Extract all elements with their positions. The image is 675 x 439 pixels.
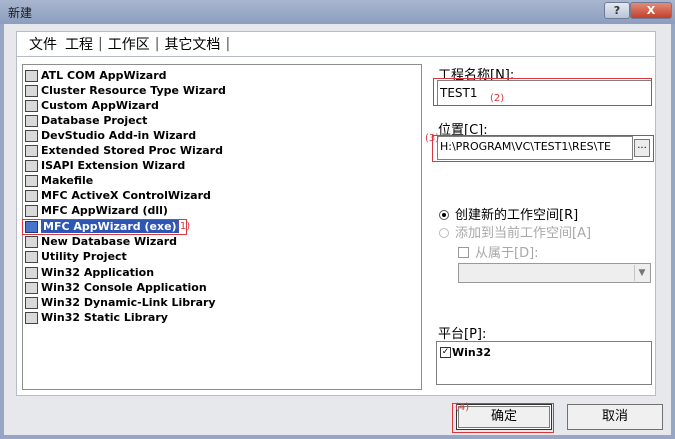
list-item[interactable]: Cluster Resource Type Wizard bbox=[25, 83, 226, 98]
list-item[interactable]: DevStudio Add-in Wizard bbox=[25, 128, 196, 143]
add-to-workspace-radio[interactable]: 添加到当前工作空间[A] bbox=[439, 222, 591, 241]
annotation-box-3 bbox=[432, 135, 654, 162]
annotation-box-1 bbox=[22, 219, 187, 235]
cancel-button[interactable]: 取消 bbox=[567, 404, 663, 430]
annotation-label-4: (4) bbox=[455, 402, 470, 413]
list-item[interactable]: Custom AppWizard bbox=[25, 98, 159, 113]
radio-icon bbox=[439, 228, 449, 238]
annotation-label-2: (2) bbox=[490, 93, 505, 104]
static-lib-icon bbox=[25, 311, 38, 324]
atl-com-icon bbox=[25, 69, 38, 82]
console-icon bbox=[25, 281, 38, 294]
dll-icon bbox=[25, 296, 38, 309]
list-item[interactable]: ATL COM AppWizard bbox=[25, 68, 167, 83]
list-item[interactable]: MFC AppWizard (dll) bbox=[25, 203, 168, 218]
chevron-down-icon[interactable]: ▼ bbox=[634, 265, 649, 281]
tab-separator: | bbox=[98, 36, 103, 52]
makefile-icon bbox=[25, 174, 38, 187]
list-item[interactable]: New Database Wizard bbox=[25, 234, 177, 249]
stored-proc-icon bbox=[25, 144, 38, 157]
list-item[interactable]: MFC ActiveX ControlWizard bbox=[25, 188, 211, 203]
help-button[interactable]: ? bbox=[604, 2, 630, 19]
close-button[interactable]: X bbox=[630, 2, 672, 19]
activex-icon bbox=[25, 189, 38, 202]
tab-strip: 文件 工程 | 工作区 | 其它文档 | bbox=[16, 31, 656, 57]
dependency-checkbox[interactable]: 从属于[D]: bbox=[458, 242, 539, 261]
isapi-icon bbox=[25, 159, 38, 172]
database-icon bbox=[25, 114, 38, 127]
addin-icon bbox=[25, 129, 38, 142]
radio-selected-icon bbox=[439, 210, 449, 220]
list-item[interactable]: Utility Project bbox=[25, 249, 127, 264]
tab-separator: | bbox=[154, 36, 160, 52]
window-title: 新建 bbox=[8, 6, 33, 20]
mfc-dll-icon bbox=[25, 204, 38, 217]
create-workspace-radio[interactable]: 创建新的工作空间[R] bbox=[439, 204, 578, 223]
platform-label: 平台[P]: bbox=[438, 327, 487, 342]
tab-workspaces[interactable]: 工作区 bbox=[104, 34, 154, 54]
checkbox-checked-icon: ✓ bbox=[440, 347, 451, 358]
tab-other-documents[interactable]: 其它文档 bbox=[160, 34, 224, 54]
annotation-box-2 bbox=[433, 78, 652, 106]
custom-wizard-icon bbox=[25, 99, 38, 112]
title-bar: 新建 ? X bbox=[0, 0, 675, 24]
list-item[interactable]: ISAPI Extension Wizard bbox=[25, 158, 185, 173]
list-item[interactable]: Win32 Application bbox=[25, 265, 154, 280]
new-db-icon bbox=[25, 235, 38, 248]
list-item[interactable]: Database Project bbox=[25, 113, 147, 128]
utility-icon bbox=[25, 250, 38, 263]
platform-list[interactable]: ✓ Win32 bbox=[436, 341, 652, 385]
platform-item-win32[interactable]: ✓ Win32 bbox=[440, 346, 491, 359]
list-item[interactable]: Makefile bbox=[25, 173, 93, 188]
cluster-icon bbox=[25, 84, 38, 97]
tab-files[interactable]: 文件 bbox=[25, 34, 61, 54]
checkbox-icon bbox=[458, 247, 469, 258]
list-item[interactable]: Win32 Static Library bbox=[25, 310, 168, 325]
list-item[interactable]: Win32 Console Application bbox=[25, 280, 207, 295]
tab-projects[interactable]: 工程 bbox=[61, 34, 97, 54]
dependency-select[interactable]: ▼ bbox=[458, 263, 651, 283]
list-item[interactable]: Win32 Dynamic-Link Library bbox=[25, 295, 216, 310]
list-item[interactable]: Extended Stored Proc Wizard bbox=[25, 143, 223, 158]
annotation-label-1: (1) bbox=[176, 221, 191, 232]
win32-app-icon bbox=[25, 266, 38, 279]
tab-separator: | bbox=[225, 36, 231, 52]
annotation-label-3: (3) bbox=[425, 133, 440, 144]
